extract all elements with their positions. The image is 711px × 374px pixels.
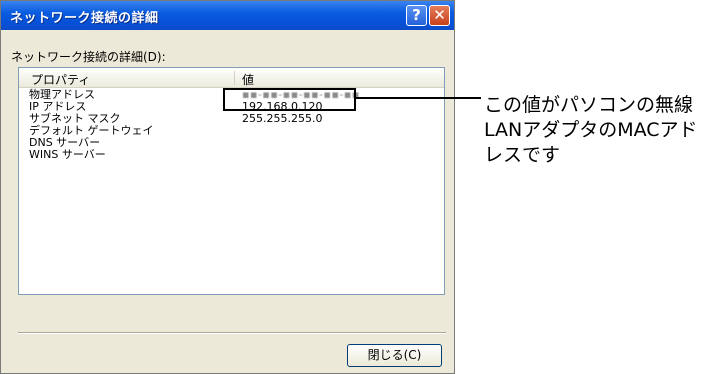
close-window-button[interactable]: ✕ <box>429 5 450 26</box>
mac-address-annotation: この値がパソコンの無線LANアダプタのMACアドレスです <box>484 94 698 166</box>
column-header-value[interactable]: 値 <box>242 71 254 88</box>
details-label: ネットワーク接続の詳細(D): <box>11 50 166 64</box>
help-button[interactable]: ? <box>406 5 427 26</box>
property-name: WINS サーバー <box>29 148 106 161</box>
column-divider[interactable] <box>234 71 235 85</box>
column-header-property[interactable]: プロパティ <box>31 71 90 88</box>
mac-address-highlight <box>223 88 356 111</box>
title-bar[interactable]: ネットワーク接続の詳細 ? ✕ <box>1 1 454 30</box>
window-title: ネットワーク接続の詳細 <box>10 11 159 26</box>
network-details-dialog: ネットワーク接続の詳細 ? ✕ ネットワーク接続の詳細(D): プロパティ 値 … <box>0 0 455 374</box>
divider <box>18 332 446 334</box>
list-item[interactable]: WINS サーバー <box>19 149 444 161</box>
property-value: 255.255.255.0 <box>242 112 323 125</box>
close-button[interactable]: 閉じる(C) <box>347 344 442 367</box>
list-header: プロパティ 値 <box>19 68 444 88</box>
callout-line <box>356 97 481 99</box>
